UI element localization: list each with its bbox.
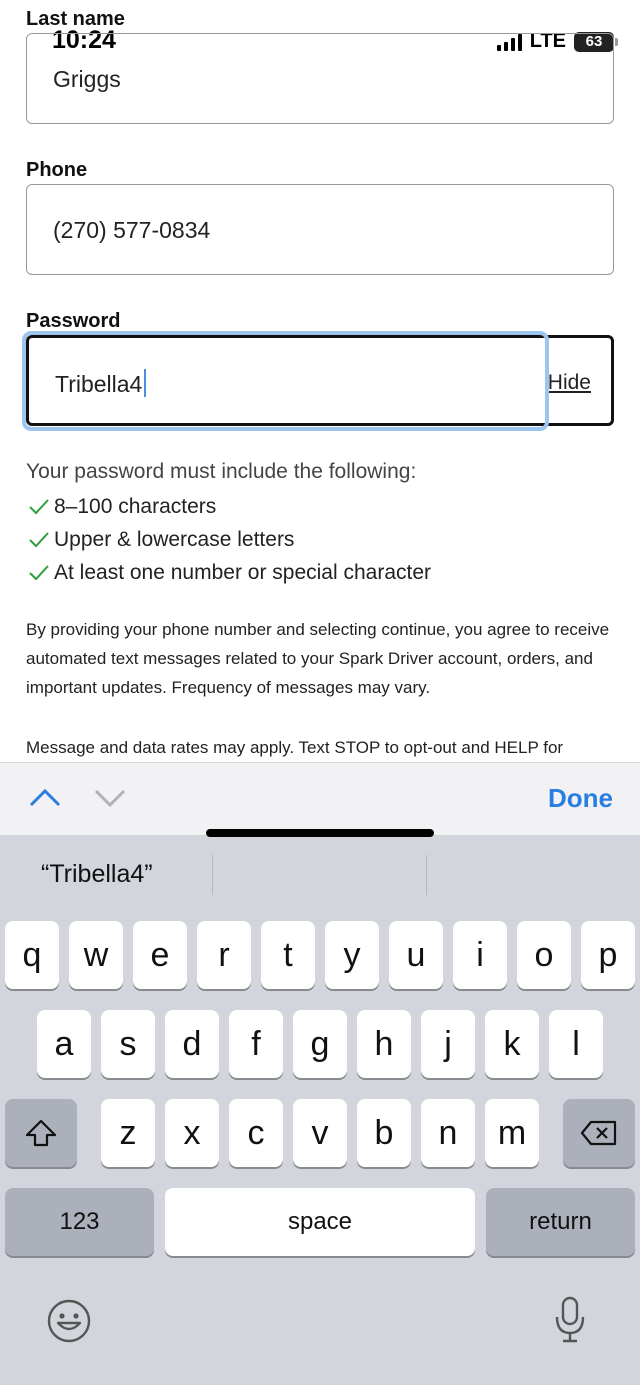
emoji-icon[interactable] [46,1298,92,1344]
suggestion-item[interactable]: “Tribella4” [41,860,153,889]
last-name-field[interactable]: Griggs [26,33,614,124]
requirement-item: At least one number or special character [28,561,431,585]
requirement-item: 8–100 characters [28,495,216,519]
key-n[interactable]: n [421,1099,475,1167]
key-h[interactable]: h [357,1010,411,1078]
done-button[interactable]: Done [548,783,613,814]
hide-password-button[interactable]: Hide [548,371,591,395]
home-indicator[interactable] [206,829,434,837]
suggestion-divider [426,855,427,895]
key-v[interactable]: v [293,1099,347,1167]
chevron-down-icon[interactable] [93,785,127,809]
key-q[interactable]: q [5,921,59,989]
key-i[interactable]: i [453,921,507,989]
key-d[interactable]: d [165,1010,219,1078]
phone-value: (270) 577-0834 [53,217,211,243]
check-icon [29,499,49,515]
rates-text: Message and data rates may apply. Text S… [26,738,564,757]
last-name-value: Griggs [53,66,121,92]
shift-icon [25,1119,57,1147]
key-f[interactable]: f [229,1010,283,1078]
space-key[interactable]: space [165,1188,475,1256]
phone-field[interactable]: (270) 577-0834 [26,184,614,275]
key-w[interactable]: w [69,921,123,989]
requirements-title: Your password must include the following… [26,460,417,483]
numbers-key[interactable]: 123 [5,1188,154,1256]
key-x[interactable]: x [165,1099,219,1167]
requirement-text: 8–100 characters [54,495,217,518]
sms-consent-text: By providing your phone number and selec… [26,620,610,697]
key-j[interactable]: j [421,1010,475,1078]
phone-label: Phone [26,159,88,181]
key-e[interactable]: e [133,921,187,989]
requirement-text: Upper & lowercase letters [54,528,295,551]
focus-ring [22,331,549,431]
key-m[interactable]: m [485,1099,539,1167]
requirement-text: At least one number or special character [54,561,432,584]
key-b[interactable]: b [357,1099,411,1167]
check-icon [29,532,49,548]
return-key[interactable]: return [486,1188,635,1256]
shift-key[interactable] [5,1099,77,1167]
suggestion-divider [212,855,213,895]
delete-key[interactable] [563,1099,635,1167]
password-label: Password [26,310,121,332]
check-icon [29,565,49,581]
key-l[interactable]: l [549,1010,603,1078]
chevron-up-icon[interactable] [28,785,62,809]
key-t[interactable]: t [261,921,315,989]
microphone-icon[interactable] [553,1295,587,1345]
keyboard-accessory-bar: Done [0,762,640,835]
suggestion-bar: “Tribella4” [0,835,640,915]
key-p[interactable]: p [581,921,635,989]
key-y[interactable]: y [325,921,379,989]
key-g[interactable]: g [293,1010,347,1078]
last-name-label: Last name [26,8,125,30]
key-u[interactable]: u [389,921,443,989]
key-z[interactable]: z [101,1099,155,1167]
keyboard: “Tribella4” q w e r t y u i o p a s d f … [0,835,640,1385]
delete-icon [580,1120,617,1146]
key-c[interactable]: c [229,1099,283,1167]
key-s[interactable]: s [101,1010,155,1078]
key-r[interactable]: r [197,921,251,989]
key-k[interactable]: k [485,1010,539,1078]
key-o[interactable]: o [517,921,571,989]
key-a[interactable]: a [37,1010,91,1078]
requirement-item: Upper & lowercase letters [28,528,294,552]
